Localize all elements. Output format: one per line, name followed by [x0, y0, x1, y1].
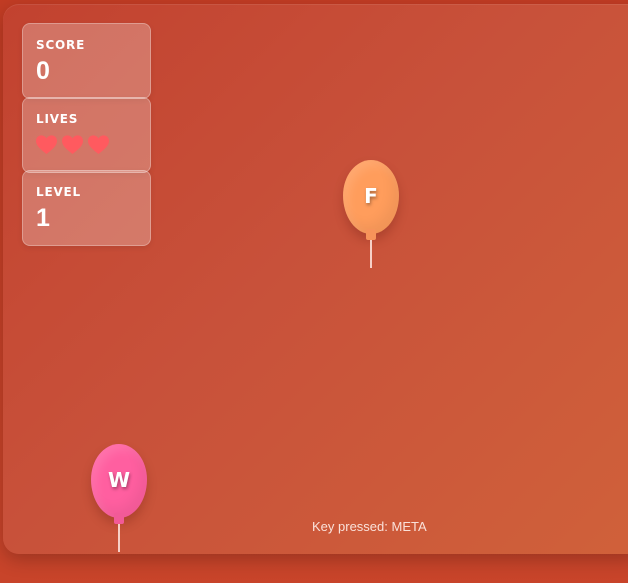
balloon-knot [366, 229, 376, 240]
balloon-knot [114, 513, 124, 524]
balloon-letter: F [364, 184, 378, 208]
level-panel: LEVEL 1 [22, 170, 151, 246]
level-label: LEVEL [36, 185, 81, 199]
lives-label: LIVES [36, 112, 79, 126]
score-panel: SCORE 0 [22, 23, 151, 99]
heart-icon [87, 134, 110, 155]
heart-icon [61, 134, 84, 155]
lives-panel: LIVES [22, 97, 151, 173]
heart-icon [35, 134, 58, 155]
level-value: 1 [36, 204, 50, 232]
balloon-string [370, 240, 372, 268]
balloon-f[interactable]: F [343, 160, 399, 268]
score-value: 0 [36, 57, 50, 85]
score-label: SCORE [36, 38, 86, 52]
balloon-letter: W [107, 468, 131, 492]
balloon-w[interactable]: W [91, 444, 147, 552]
key-pressed-status: Key pressed: META [312, 519, 427, 534]
balloon-body: F [343, 160, 399, 234]
balloon-body: W [91, 444, 147, 518]
balloon-string [118, 524, 120, 552]
lives-hearts [35, 134, 110, 155]
game-area[interactable]: SCORE 0 LIVES LEVEL 1 F W Key pressed: M… [3, 4, 628, 554]
